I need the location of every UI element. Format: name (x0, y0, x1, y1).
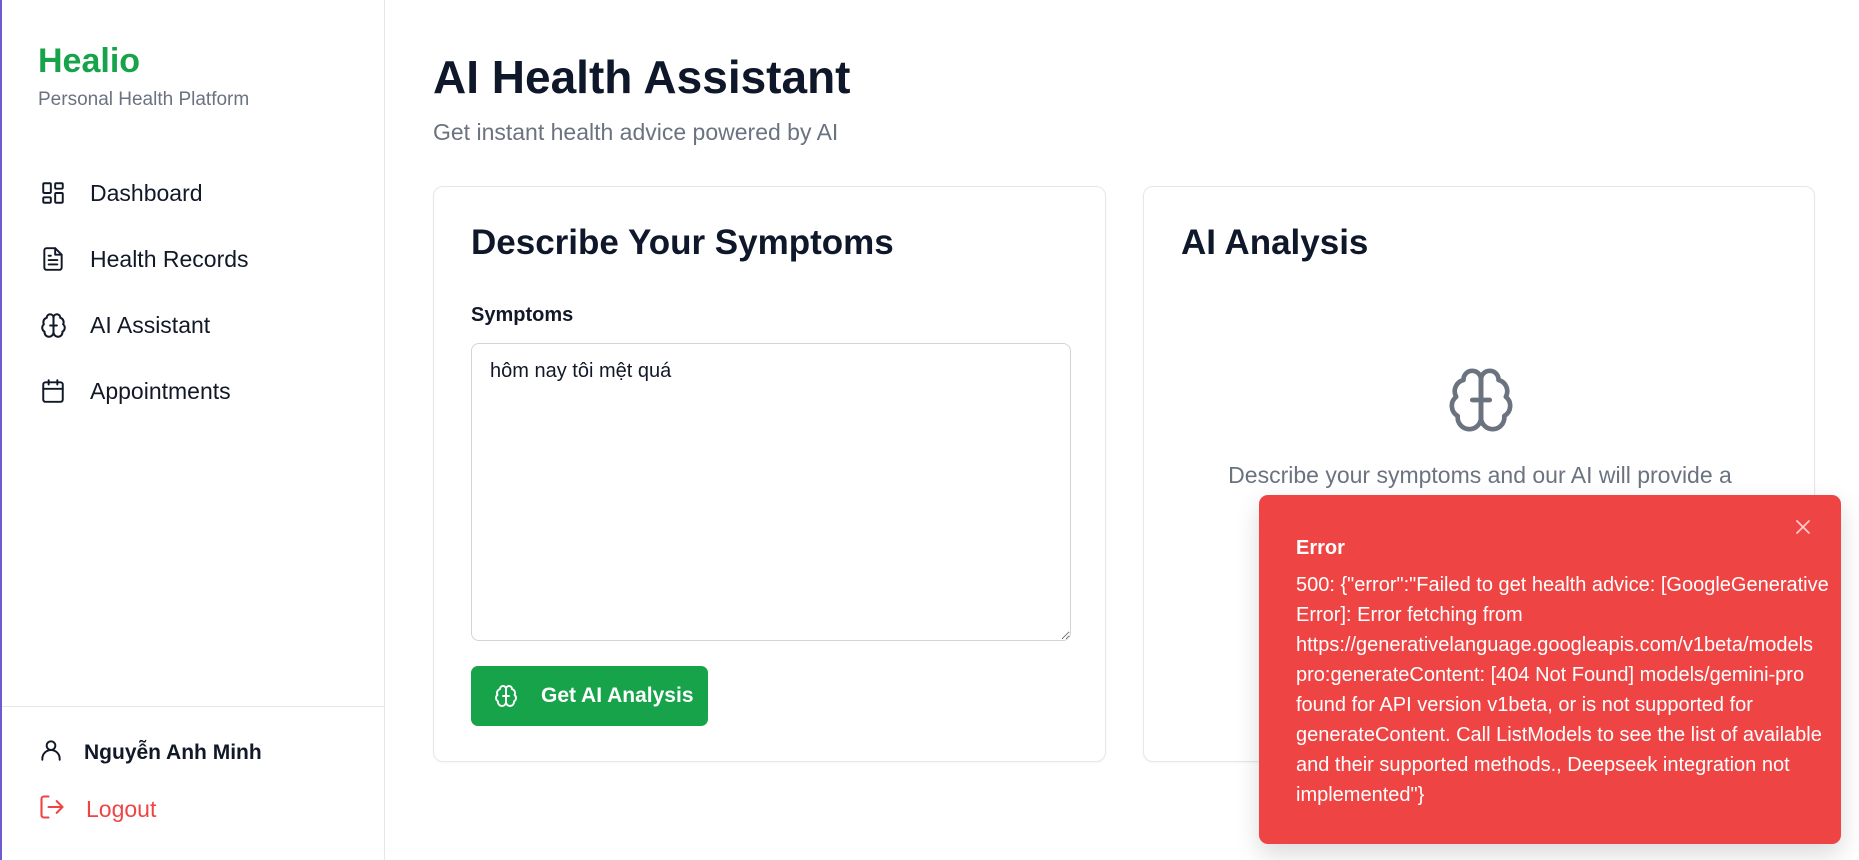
page-subtitle: Get instant health advice powered by AI (433, 119, 839, 145)
toast-title: Error (1296, 537, 1345, 559)
analysis-empty-text: Describe your symptoms and our AI will p… (1228, 462, 1732, 488)
sidebar-item-ai-assistant[interactable]: AI Assistant (38, 292, 249, 358)
sidebar-nav: Dashboard Health Records AI Assistant Ap… (38, 160, 249, 424)
symptoms-label: Symptoms (471, 304, 574, 326)
brain-icon (38, 310, 68, 340)
logout-button[interactable]: Logout (38, 793, 156, 826)
sidebar-item-label: AI Assistant (90, 311, 211, 338)
sidebar: Healio Personal Health Platform Dashboar… (2, 0, 385, 860)
sidebar-item-health-records[interactable]: Health Records (38, 226, 249, 292)
user-name: Nguyễn Anh Minh (84, 740, 262, 764)
symptoms-card: Describe Your Symptoms Symptoms Get AI A… (433, 186, 1106, 762)
brand-logo[interactable]: Healio (38, 42, 140, 81)
brain-icon (493, 683, 519, 709)
toast-message: 500: {"error":"Failed to get health advi… (1296, 574, 1829, 806)
sidebar-item-appointments[interactable]: Appointments (38, 358, 249, 424)
analysis-card-title: AI Analysis (1181, 223, 1369, 262)
get-ai-analysis-label: Get AI Analysis (541, 684, 694, 707)
current-user[interactable]: Nguyễn Anh Minh (38, 737, 262, 768)
sidebar-item-label: Appointments (90, 377, 231, 404)
close-icon[interactable] (1791, 515, 1815, 539)
calendar-icon (38, 376, 68, 406)
symptoms-textarea[interactable] (471, 343, 1071, 641)
get-ai-analysis-button[interactable]: Get AI Analysis (471, 666, 708, 726)
page-title: AI Health Assistant (433, 51, 851, 103)
document-icon (38, 244, 68, 274)
dashboard-grid-icon (38, 178, 68, 208)
sidebar-item-label: Health Records (90, 245, 249, 272)
logout-label: Logout (86, 796, 157, 822)
error-toast: Error 500: {"error":"Failed to get healt… (1259, 495, 1841, 844)
user-icon (38, 737, 64, 768)
sidebar-footer: Nguyễn Anh Minh Logout (2, 706, 385, 822)
sidebar-item-label: Dashboard (90, 179, 203, 206)
symptoms-card-title: Describe Your Symptoms (471, 223, 894, 262)
sidebar-item-dashboard[interactable]: Dashboard (38, 160, 249, 226)
logout-icon (38, 793, 66, 826)
brain-icon (1446, 365, 1516, 435)
brand-tagline: Personal Health Platform (38, 89, 250, 110)
